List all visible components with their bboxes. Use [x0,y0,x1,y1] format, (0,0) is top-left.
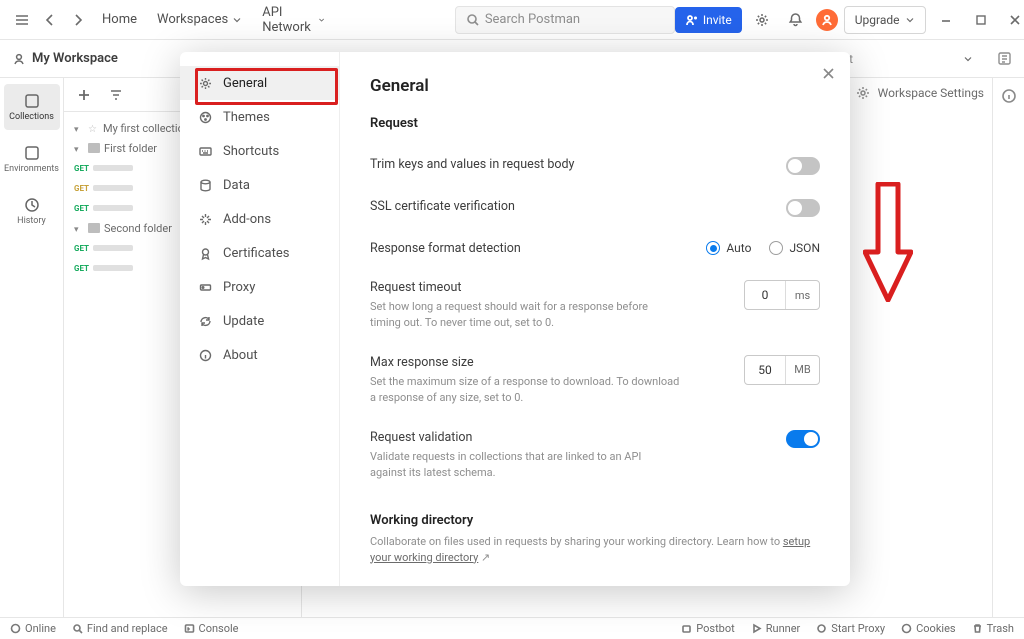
settings-nav-label: Add-ons [223,212,271,227]
section-working-directory: Working directory [370,513,820,528]
working-directory-desc: Collaborate on files used in requests by… [370,534,820,566]
settings-nav-shortcuts[interactable]: Shortcuts [180,134,339,168]
toggle-trim[interactable] [786,157,820,175]
setting-label: Response format detection [370,241,521,256]
maxresp-value[interactable] [745,363,785,377]
settings-section-request: Request [370,116,820,131]
keyboard-icon [198,144,213,159]
settings-nav-label: Themes [223,110,270,125]
toggle-request-validation[interactable] [786,430,820,448]
setting-desc: Validate requests in collections that ar… [370,449,680,481]
settings-nav-about[interactable]: About [180,338,339,372]
settings-nav-label: Shortcuts [223,144,279,159]
settings-sidebar: General Themes Shortcuts Data Add-ons Ce… [180,52,340,586]
setting-trim: Trim keys and values in request body [370,145,820,187]
settings-nav-update[interactable]: Update [180,304,339,338]
settings-nav-label: Proxy [223,280,255,295]
database-icon [198,178,213,193]
settings-modal: General Themes Shortcuts Data Add-ons Ce… [180,52,850,586]
settings-nav-label: Certificates [223,246,289,261]
certificate-icon [198,246,213,261]
settings-nav-general[interactable]: General [180,66,339,100]
settings-nav-data[interactable]: Data [180,168,339,202]
settings-nav-certificates[interactable]: Certificates [180,236,339,270]
settings-content: General Request Trim keys and values in … [340,52,850,586]
maxresp-input[interactable]: MB [744,355,820,385]
gear-icon [198,76,213,91]
settings-nav-label: Update [223,314,264,329]
settings-title: General [370,76,820,96]
timeout-unit: ms [785,281,819,309]
radio-json[interactable]: JSON [769,241,820,255]
settings-nav-label: Data [223,178,250,193]
setting-desc: Set how long a request should wait for a… [370,299,680,331]
sparkle-icon [198,212,213,227]
settings-nav-label: General [223,76,267,91]
timeout-input[interactable]: ms [744,280,820,310]
update-icon [198,314,213,329]
settings-nav-addons[interactable]: Add-ons [180,202,339,236]
setting-timeout: Request timeout Set how long a request s… [370,268,820,343]
setting-label: Max response size [370,355,680,370]
setting-maxresp: Max response size Set the maximum size o… [370,343,820,418]
palette-icon [198,110,213,125]
radio-auto[interactable]: Auto [706,241,751,255]
setting-label: Request timeout [370,280,680,295]
setting-desc: Set the maximum size of a response to do… [370,374,680,406]
setting-ssl: SSL certificate verification [370,187,820,229]
setting-label: SSL certificate verification [370,199,515,214]
setting-label: Request validation [370,430,680,445]
setting-request-validation: Request validation Validate requests in … [370,418,820,493]
maxresp-unit: MB [785,356,819,384]
proxy-icon [198,280,213,295]
timeout-value[interactable] [745,288,785,302]
modal-close-button[interactable] [821,66,836,85]
setting-label: Trim keys and values in request body [370,157,574,172]
settings-nav-proxy[interactable]: Proxy [180,270,339,304]
annotation-arrow-icon [863,182,913,302]
info-icon [198,348,213,363]
radio-group-format: Auto JSON [706,241,820,255]
settings-nav-label: About [223,348,258,363]
toggle-ssl[interactable] [786,199,820,217]
setting-response-format: Response format detection Auto JSON [370,229,820,268]
settings-nav-themes[interactable]: Themes [180,100,339,134]
